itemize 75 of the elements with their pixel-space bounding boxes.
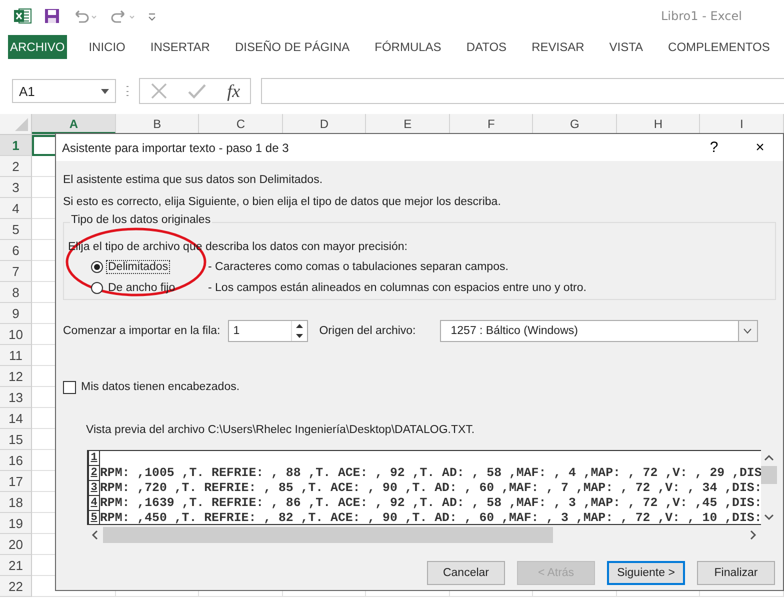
line-number: 2 [88,466,100,481]
row-header[interactable]: 2 [0,156,32,177]
row-header[interactable]: 3 [0,177,32,198]
redo-icon[interactable] [110,9,136,23]
headers-checkbox[interactable] [63,380,76,394]
preview-label: Vista previa del archivo C:\Users\Rhelec Ingeniería\Desktop\DATALOG.TXT. [86,423,476,438]
row-header[interactable]: 8 [0,282,32,303]
ribbon-tab[interactable]: FÓRMULAS [372,35,444,59]
intro-text: El asistente estima que sus datos son Delimitados. [63,173,324,188]
scroll-thumb[interactable] [761,466,777,484]
row-header[interactable]: 15 [0,429,32,450]
excel-icon [14,8,32,24]
close-button[interactable]: × [737,138,783,157]
row-header[interactable]: 19 [0,513,32,534]
start-row-field[interactable]: 1 [228,320,308,342]
column-header[interactable]: A [32,114,116,134]
row-header[interactable]: 11 [0,345,32,366]
group-title: Tipo de los datos originales [70,214,212,226]
ribbon-tab[interactable]: VISTA [607,35,646,59]
intro-text: Si esto es correcto, elija Siguiente, o bien elija el tipo de datos que mejor los describa. [63,195,502,210]
dropdown-icon[interactable] [101,88,109,94]
preview-line: RPM: ,450 ,T. REFRIE: , 82 ,T. ACE: , 90 ,T. AD: , 60 ,MAF: , 3 ,MAP: , 72 ,V: , 10 ,DIS: [100,511,761,524]
ribbon-tab[interactable]: DATOS [464,35,509,59]
checkbox-label[interactable]: Mis datos tienen encabezados. [81,381,240,393]
dialog-title: Asistente para importar texto - paso 1 de 3 [62,140,290,154]
start-row-label: Comenzar a importar en la fila: [63,325,220,337]
row-header[interactable]: 9 [0,303,32,324]
line-number: 3 [88,481,100,496]
help-button[interactable]: ? [691,138,737,157]
preview-line: RPM: ,1639 ,T. REFRIE: , 86 ,T. ACE: , 92 ,T. AD: , 58 ,MAF: , 3 ,MAP: , 72 ,V: ,45 ,DIS: [100,496,761,511]
row-header[interactable]: 6 [0,240,32,261]
dialog-button[interactable]: Finalizar [697,561,775,585]
dialog-button[interactable]: Cancelar [427,561,505,585]
origin-label: Origen del archivo: [319,325,416,337]
row-header[interactable]: 22 [0,576,32,597]
radio-button[interactable] [91,260,103,272]
line-number: 1 [88,451,100,466]
window-title: Libro1 - Excel [660,9,742,23]
option-description: - Los campos están alineados en columnas con espacios entre uno y otro. [208,282,586,294]
chevron-down-icon[interactable] [743,328,752,334]
row-header[interactable]: 1 [0,135,32,156]
row-header[interactable]: 7 [0,261,32,282]
name-box[interactable]: A1 [12,79,116,103]
ribbon-tab[interactable]: DISEÑO DE PÁGINA [232,35,352,59]
dialog-button[interactable]: Siguiente > [607,561,685,585]
preview-line: RPM: ,1005 ,T. REFRIE: , 88 ,T. ACE: , 92 ,T. AD: , 58 ,MAF: , 4 ,MAP: , 72 ,V: , 29 ,DIS [100,466,761,481]
option-description: - Caracteres como comas o tabulaciones separan campos. [208,260,508,272]
row-header[interactable]: 5 [0,219,32,240]
ribbon-tab[interactable]: INSERTAR [148,35,212,59]
ribbon-tab[interactable]: INICIO [86,35,128,59]
formula-input[interactable] [261,78,784,104]
line-number: 5 [88,511,100,524]
row-header[interactable]: 17 [0,471,32,492]
row-header[interactable]: 16 [0,450,32,471]
row-header[interactable]: 14 [0,408,32,429]
scroll-thumb[interactable] [103,527,553,543]
row-header[interactable]: 4 [0,198,32,219]
customize-icon[interactable] [148,11,156,21]
ribbon-tab[interactable]: ARCHIVO [8,35,67,59]
insert-function-button[interactable]: fx [227,80,240,102]
save-icon[interactable] [44,8,60,24]
row-header[interactable]: 12 [0,366,32,387]
line-number: 4 [88,496,100,511]
ribbon-tab[interactable]: REVISAR [530,35,586,59]
row-header[interactable]: 20 [0,534,32,555]
origin-dropdown[interactable]: 1257 : Báltico (Windows) [440,320,758,342]
row-header[interactable]: 13 [0,387,32,408]
preview-line: RPM: ,720 ,T. REFRIE: , 85 ,T. ACE: , 90 ,T. AD: , 60 ,MAF: , 7 ,MAP: , 72 ,V: , 34 ,DIS: [100,481,761,496]
check-icon[interactable] [187,82,208,100]
row-header[interactable]: 18 [0,492,32,513]
ribbon-tab[interactable]: COMPLEMENTOS [666,35,772,59]
radio-button[interactable] [91,282,103,294]
row-header[interactable]: 21 [0,555,32,576]
row-header[interactable]: 10 [0,324,32,345]
radio-label[interactable]: Delimitados [106,260,170,274]
